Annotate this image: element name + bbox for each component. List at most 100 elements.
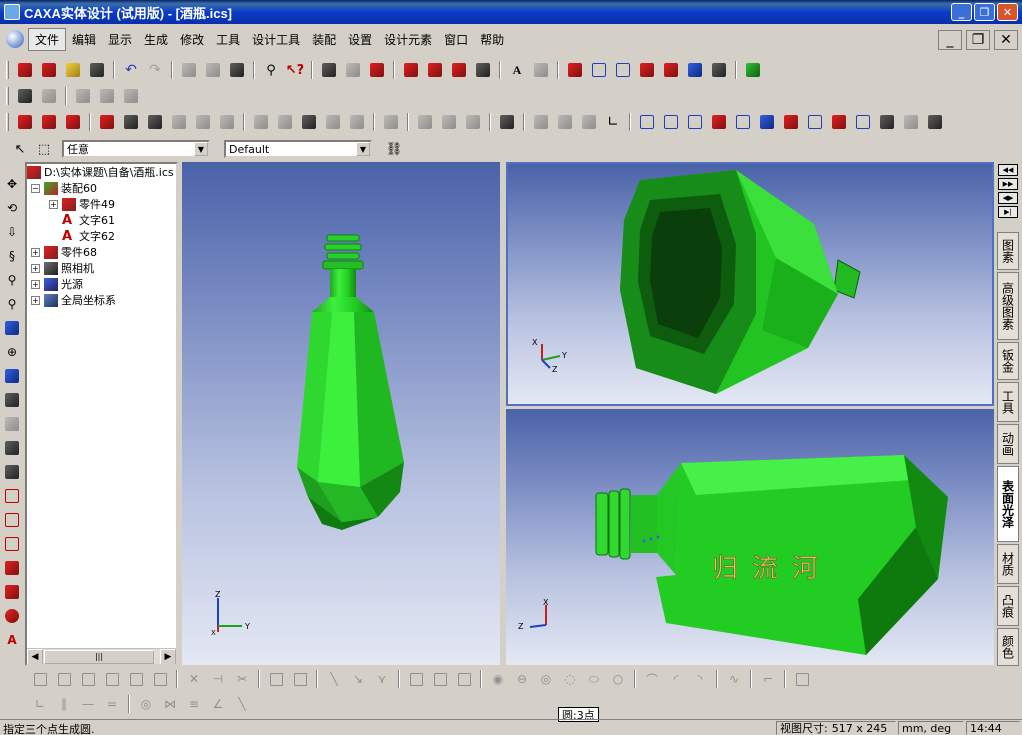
menu-modify[interactable]: 修改 [174,29,210,50]
constraint-tool[interactable]: — [78,694,98,714]
sketch-tool[interactable]: ↘ [348,669,368,689]
feature-btn-18[interactable] [463,112,483,132]
tree-horizontal-scrollbar[interactable]: ◀ ||| ▶ [27,648,176,664]
feature-btn-12[interactable] [299,112,319,132]
menu-display[interactable]: 显示 [102,29,138,50]
menu-tools[interactable]: 工具 [210,29,246,50]
save-button[interactable] [87,60,107,80]
tree-item[interactable]: + 光源 [31,276,83,292]
scroll-right-button[interactable]: ▶ [160,649,176,664]
bottle-model-side[interactable]: 归流河 [506,409,994,665]
feature-btn-15[interactable] [381,112,401,132]
tree-root[interactable]: D:\实体课题\自备\酒瓶.ics [27,164,174,180]
feature-btn-22[interactable] [579,112,599,132]
feature-btn-14[interactable] [347,112,367,132]
feature-btn-23[interactable]: ∟ [603,112,623,132]
tree-item[interactable]: + 全局坐标系 [31,292,116,308]
constraint-tool[interactable]: ∠ [208,694,228,714]
surface-btn-8[interactable] [805,112,825,132]
tab-surface-finish[interactable]: 表面光泽 [997,466,1019,542]
tab-emboss[interactable]: 凸痕 [997,586,1019,626]
sketch-button-4[interactable] [2,558,22,578]
sketch-tool[interactable] [102,669,122,689]
shell-tool-button[interactable] [343,60,363,80]
cut-button[interactable] [179,60,199,80]
sketch-tool[interactable] [266,669,286,689]
toolbar-grip[interactable] [6,113,9,131]
feature-btn-6[interactable] [145,112,165,132]
maximize-button[interactable]: ❐ [974,3,995,21]
tree-view-button[interactable]: ⛓ [384,139,404,159]
surface-btn-1[interactable] [637,112,657,132]
sketch-button-6[interactable] [2,606,22,626]
sketch-button-1[interactable] [2,486,22,506]
viewport-top-right[interactable]: X Y Z [506,162,994,406]
rotate-button[interactable]: ⟲ [2,198,22,218]
tree-expander[interactable]: + [31,247,40,257]
light-tool-1[interactable] [73,86,93,106]
tree-expander[interactable]: + [49,199,58,209]
sketch-tool[interactable]: ◌ [560,669,580,689]
zoom-window-button[interactable]: ⚲ [2,294,22,314]
curve-tool-2[interactable] [589,60,609,80]
fillet-tool-button[interactable] [319,60,339,80]
sketch-tool[interactable] [126,669,146,689]
surface-btn-13[interactable] [925,112,945,132]
tab-elements[interactable]: 图素 [997,232,1019,270]
surface-btn-2[interactable] [661,112,681,132]
sketch-tool[interactable] [54,669,74,689]
constraint-tool[interactable]: ╲ [232,694,252,714]
bottle-model-top[interactable] [508,164,992,404]
surface-btn-6[interactable] [757,112,777,132]
paint-button[interactable] [39,86,59,106]
feature-btn-4[interactable] [97,112,117,132]
chevron-down-icon[interactable]: ▼ [356,142,370,156]
constraint-tool[interactable]: = [102,694,122,714]
surface-btn-4[interactable] [709,112,729,132]
sketch-tool[interactable]: ⬭ [584,669,604,689]
sketch-button-3[interactable] [2,534,22,554]
tab-sheet-metal[interactable]: 钣金 [997,342,1019,380]
select-pointer-button[interactable]: ↖ [10,139,30,159]
sketch-tool[interactable]: ✕ [184,669,204,689]
menu-file[interactable]: 文件 [28,27,67,51]
sketch-tool[interactable]: ◉ [488,669,508,689]
extrude-button[interactable] [401,60,421,80]
scroll-thumb[interactable]: ||| [44,650,154,664]
sketch-tool[interactable]: ○ [608,669,628,689]
menu-help[interactable]: 帮助 [474,29,510,50]
chevron-down-icon[interactable]: ▼ [194,142,208,156]
surface-btn-10[interactable] [853,112,873,132]
feature-btn-17[interactable] [439,112,459,132]
constraint-tool[interactable]: ◎ [136,694,156,714]
tab-animation[interactable]: 动画 [997,424,1019,464]
close-button[interactable]: ✕ [997,3,1018,21]
tree-item[interactable]: + 照相机 [31,260,94,276]
curve-tool-7[interactable] [709,60,729,80]
target-button[interactable]: ⊕ [2,342,22,362]
sketch-tool[interactable] [290,669,310,689]
sketch-tool[interactable]: ◎ [536,669,556,689]
tab-prev-button[interactable]: ▶▶ [998,178,1018,190]
viewport-left[interactable]: Z Y X [182,162,500,665]
menu-edit[interactable]: 编辑 [66,29,102,50]
feature-btn-10[interactable] [251,112,271,132]
pan-button[interactable]: ✥ [2,174,22,194]
feature-btn-19[interactable] [497,112,517,132]
new-design-button[interactable] [15,60,35,80]
select-box-button[interactable]: ⬚ [34,139,54,159]
tree-expander[interactable]: + [31,295,40,305]
curve-tool-3[interactable] [613,60,633,80]
dynamic-rotate-button[interactable]: ⇩ [2,222,22,242]
constraint-tool[interactable]: ⋈ [160,694,180,714]
viewport-bottom-right[interactable]: 归流河 X Z [506,409,994,665]
tree-item[interactable]: A 文字61 [62,212,115,228]
feature-btn-11[interactable] [275,112,295,132]
style-select[interactable]: Default ▼ [224,140,372,158]
loft-button[interactable] [473,60,493,80]
surface-btn-9[interactable] [829,112,849,132]
tab-first-button[interactable]: ◀◀ [998,164,1018,176]
measure-button[interactable] [743,60,763,80]
menu-window[interactable]: 窗口 [438,29,474,50]
feature-btn-16[interactable] [415,112,435,132]
